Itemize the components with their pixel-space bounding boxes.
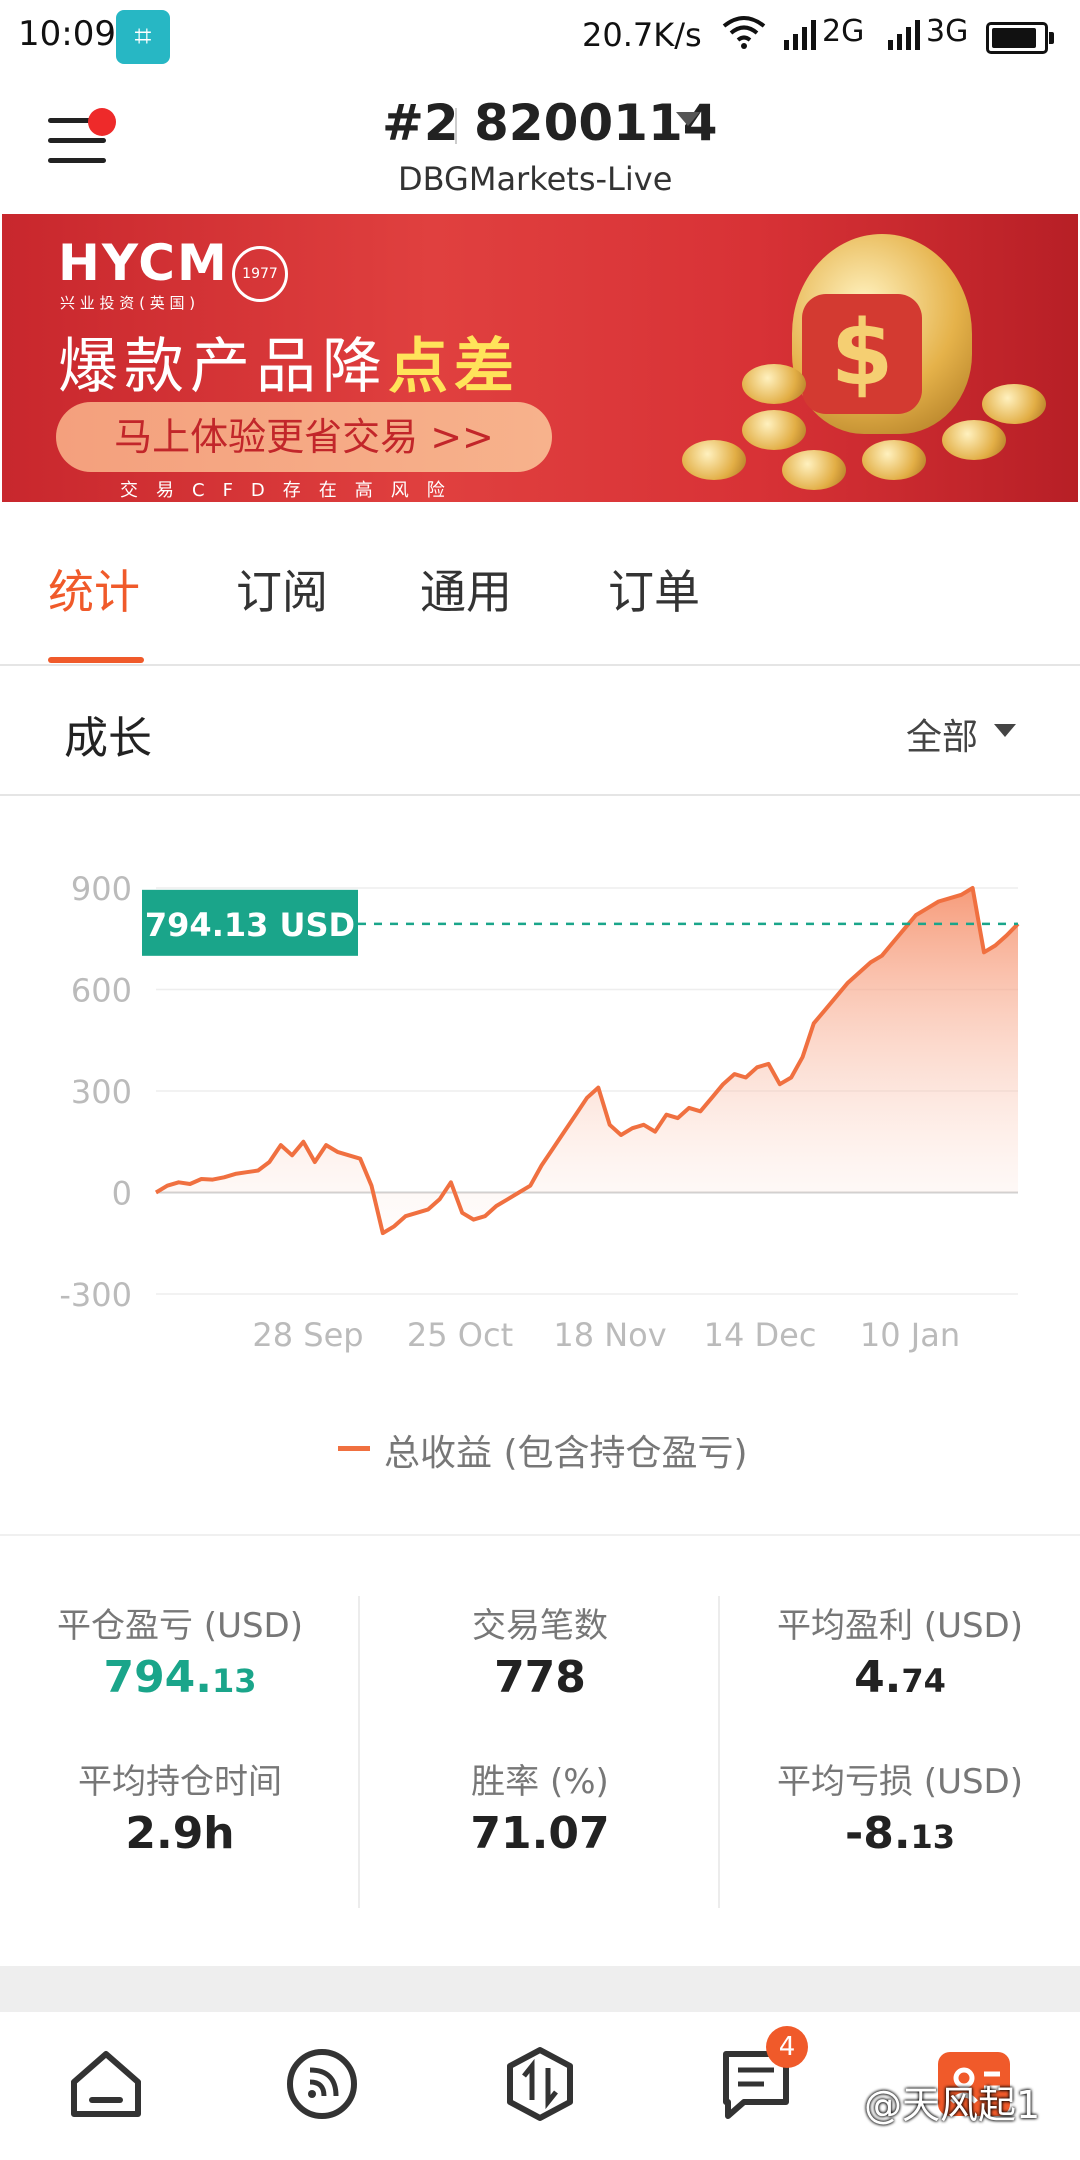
stat-value-main: -8.	[844, 1808, 911, 1859]
chevron-down-icon[interactable]	[994, 724, 1016, 737]
server-name: DBGMarkets-Live	[398, 160, 673, 198]
watermark: @天风起1	[864, 2083, 1041, 2127]
banner-headline: 爆款产品降点差	[58, 318, 520, 405]
stat-value-decimals: 13	[212, 1662, 257, 1700]
scan-icon: ⌗	[116, 10, 170, 64]
stat-value-main: 2.9h	[125, 1808, 235, 1859]
banner-headline-main: 爆款产品降	[58, 332, 388, 402]
battery-icon	[986, 22, 1054, 54]
stat-value-main: 778	[494, 1652, 586, 1703]
growth-chart[interactable]: 900 600 300 0 -300 28 Sep 25 Oct 18 Nov 14 Dec 10…	[0, 800, 1080, 1360]
promo-banner[interactable]: HYCM 兴 业 投 资 ( 英 国 ) 1977 爆款产品降点差 马上体验更省…	[2, 214, 1078, 502]
trade-icon[interactable]	[500, 2044, 580, 2124]
stat-value-main: 794.	[103, 1652, 213, 1703]
x-tick-label: 25 Oct	[407, 1316, 513, 1354]
signal-3g-icon: 3G	[886, 14, 968, 50]
network-speed: 20.7K/s	[582, 16, 702, 54]
coin-image	[682, 440, 746, 480]
stats-separator	[718, 1596, 720, 1908]
stat-value-decimals: 13	[910, 1818, 956, 1856]
account-index[interactable]: #2	[382, 94, 459, 152]
divider	[0, 664, 1080, 666]
tab-orders[interactable]: 订单	[608, 556, 700, 622]
stat-label: 胜率 (%)	[471, 1762, 609, 1802]
coin-image	[782, 450, 846, 490]
feed-icon[interactable]	[282, 2044, 362, 2124]
tab-statistics[interactable]: 统计	[48, 556, 140, 622]
wifi-icon	[722, 14, 766, 58]
stat-value-decimals: 74	[901, 1662, 946, 1700]
stat-value: 4.74	[720, 1652, 1080, 1703]
chevron-down-icon[interactable]	[676, 112, 700, 126]
stat-value: 71.07	[360, 1808, 720, 1859]
stat-value: -8.13	[720, 1808, 1080, 1859]
stat-value: 794.13	[0, 1652, 360, 1703]
coin-image	[982, 384, 1046, 424]
stats-separator	[358, 1596, 360, 1908]
home-icon[interactable]	[66, 2044, 146, 2124]
signal-2g-icon: 2G	[782, 14, 864, 50]
x-tick-label: 18 Nov	[553, 1316, 666, 1354]
y-tick-label: 0	[112, 1175, 132, 1213]
coin-image	[742, 410, 806, 450]
stat-label: 交易笔数	[472, 1606, 608, 1646]
x-tick-label: 14 Dec	[704, 1316, 817, 1354]
status-bar: 10:09 ⌗ 20.7K/s 2G 3G	[0, 0, 1080, 72]
stat-value-main: 71.07	[470, 1808, 610, 1859]
active-tab-indicator	[48, 657, 144, 663]
y-tick-label: 900	[71, 870, 132, 908]
content-footer-band	[0, 1966, 1080, 2012]
divider	[0, 1534, 1080, 1536]
banner-logo-sub: 兴 业 投 资 ( 英 国 )	[60, 294, 196, 312]
stat-label: 平均持仓时间	[78, 1762, 282, 1802]
y-tick-label: -300	[59, 1276, 132, 1314]
banner-risk-disclaimer: 交易CFD存在高风险	[120, 480, 463, 501]
y-tick-label: 600	[71, 972, 132, 1010]
x-tick-label: 10 Jan	[860, 1316, 960, 1354]
coin-image	[862, 440, 926, 480]
stat-value: 778	[360, 1652, 720, 1703]
messages-badge: 4	[766, 2026, 808, 2068]
legend-swatch	[338, 1446, 370, 1451]
status-time: 10:09	[18, 14, 116, 54]
coin-image	[742, 364, 806, 404]
current-value-label: 794.13 USD	[145, 906, 355, 944]
account-separator	[455, 108, 457, 144]
range-filter-dropdown[interactable]: 全部	[906, 708, 978, 760]
signal-2g-label: 2G	[822, 14, 865, 49]
tab-general[interactable]: 通用	[420, 556, 512, 622]
stat-label: 平均盈利 (USD)	[777, 1606, 1023, 1646]
stat-value: 2.9h	[0, 1808, 360, 1859]
y-tick-label: 300	[71, 1073, 132, 1111]
stat-value-main: 4.	[854, 1652, 902, 1703]
banner-seal: 1977	[232, 246, 288, 302]
banner-cta-button[interactable]: 马上体验更省交易 >>	[56, 402, 552, 472]
notification-dot	[88, 108, 116, 136]
signal-3g-label: 3G	[926, 14, 969, 49]
legend-label: 总收益 (包含持仓盈亏)	[384, 1433, 748, 1474]
tab-subscribe[interactable]: 订阅	[236, 556, 328, 622]
banner-logo: HYCM	[58, 234, 229, 292]
stat-label: 平均亏损 (USD)	[777, 1762, 1023, 1802]
divider	[0, 794, 1080, 796]
dollar-icon: $	[802, 294, 922, 414]
coin-image	[942, 420, 1006, 460]
growth-title: 成长	[64, 713, 152, 764]
x-tick-label: 28 Sep	[252, 1316, 363, 1354]
banner-headline-accent: 点差	[388, 332, 520, 402]
stat-label: 平仓盈亏 (USD)	[57, 1606, 303, 1646]
